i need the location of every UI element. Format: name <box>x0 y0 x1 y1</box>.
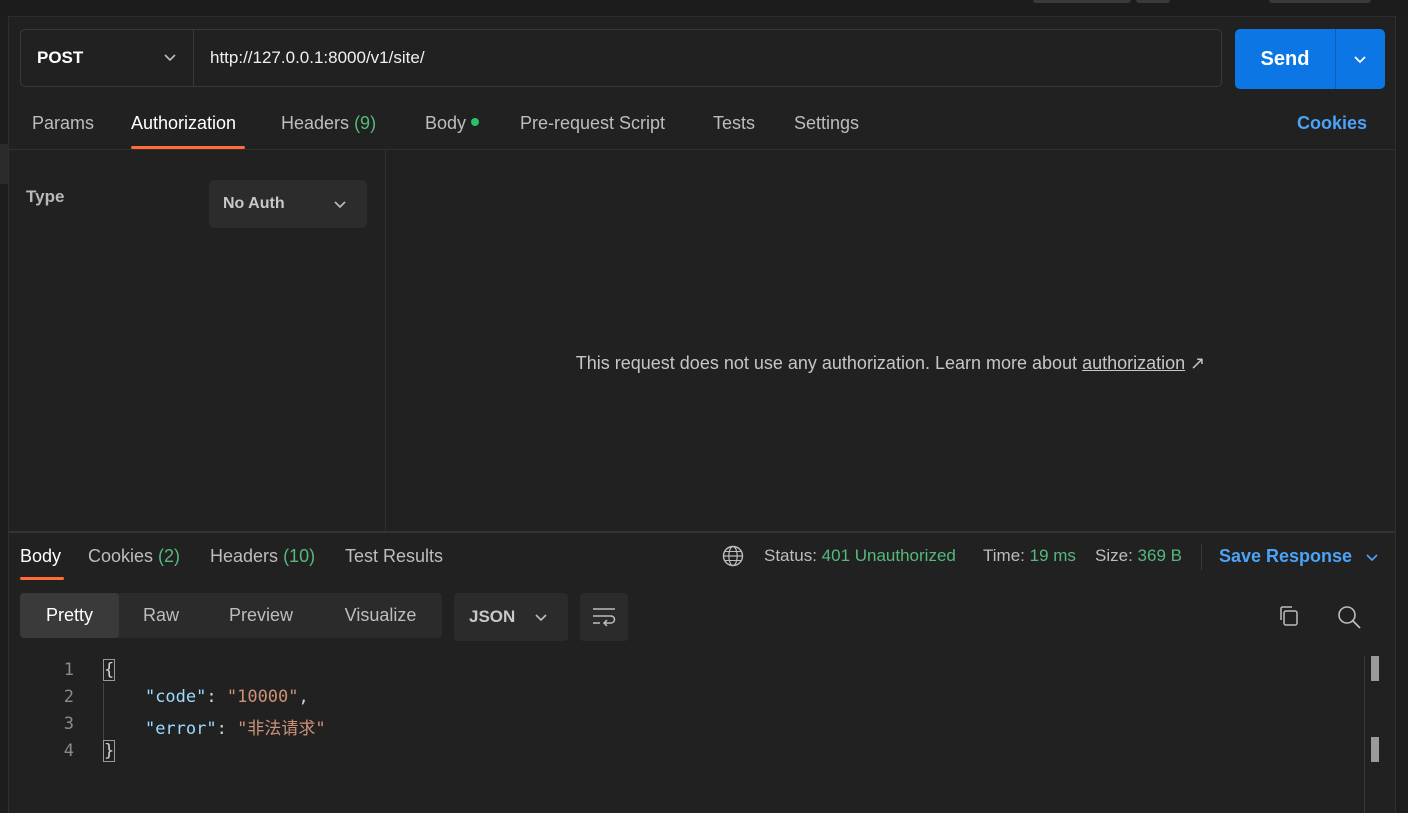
cookies-link[interactable]: Cookies <box>1297 113 1367 134</box>
right-gutter <box>1395 16 1408 813</box>
chevron-down-icon <box>334 201 346 209</box>
view-visualize-button[interactable]: Visualize <box>319 593 442 638</box>
send-divider <box>1335 29 1336 89</box>
status-readout[interactable]: Status: 401 Unauthorized <box>764 546 956 566</box>
headers-count: (9) <box>354 113 377 133</box>
code-line[interactable]: } <box>102 740 116 762</box>
editor-scrollbar[interactable] <box>1364 656 1365 813</box>
copy-icon[interactable] <box>1277 604 1301 628</box>
separator <box>1201 544 1202 570</box>
status-label: Status: <box>764 546 817 565</box>
response-headers-label: Headers <box>210 546 279 566</box>
json-key: "error" <box>144 719 217 739</box>
body-indicator-dot <box>471 118 480 127</box>
time-value: 19 ms <box>1029 546 1076 565</box>
send-button[interactable]: Send <box>1235 29 1385 89</box>
url-bar: POST http://127.0.0.1:8000/v1/site/ <box>20 29 1222 87</box>
time-label: Time: <box>983 546 1025 565</box>
tab-tests[interactable]: Tests <box>713 113 755 137</box>
tab-authorization[interactable]: Authorization <box>131 113 236 137</box>
send-label: Send <box>1260 47 1310 70</box>
tab-headers[interactable]: Headers (9) <box>281 113 376 137</box>
tab-body-label: Body <box>425 113 467 133</box>
json-key: "code" <box>144 687 207 707</box>
cookies-count: (2) <box>158 546 181 566</box>
globe-icon[interactable] <box>722 545 744 567</box>
scrollbar-marker <box>1371 656 1379 681</box>
auth-type-label: Type <box>26 187 65 206</box>
save-response-label: Save Response <box>1219 546 1353 566</box>
view-pretty-button[interactable]: Pretty <box>20 593 119 638</box>
line-number: 4 <box>63 741 74 761</box>
auth-message: This request does not use any authorizat… <box>386 353 1395 374</box>
response-cookies-label: Cookies <box>88 546 154 566</box>
size-label: Size: <box>1095 546 1133 565</box>
json-string: "非法请求" <box>237 719 326 739</box>
tab-body[interactable]: Body <box>425 113 480 137</box>
auth-type-select[interactable]: No Auth <box>209 180 367 228</box>
close-brace: } <box>102 740 116 762</box>
response-tab-cookies[interactable]: Cookies (2) <box>88 546 180 567</box>
time-readout[interactable]: Time: 19 ms <box>983 546 1076 566</box>
json-string: "10000" <box>226 687 299 707</box>
response-tab-test-results[interactable]: Test Results <box>345 546 443 567</box>
wrap-lines-button[interactable] <box>580 593 628 641</box>
size-readout[interactable]: Size: 369 B <box>1095 546 1182 566</box>
status-value: 401 Unauthorized <box>821 546 956 565</box>
left-gutter <box>0 16 9 813</box>
divider <box>8 149 1395 150</box>
view-preview-button[interactable]: Preview <box>203 593 319 638</box>
line-number: 3 <box>63 714 74 734</box>
top-strip <box>0 0 1408 17</box>
view-raw-button[interactable]: Raw <box>119 593 203 638</box>
wrap-lines-icon <box>593 608 616 627</box>
tab-settings[interactable]: Settings <box>794 113 859 137</box>
url-input[interactable]: http://127.0.0.1:8000/v1/site/ <box>210 30 425 86</box>
response-divider[interactable] <box>8 531 1395 533</box>
response-tab-headers[interactable]: Headers (10) <box>210 546 315 567</box>
top-control[interactable] <box>1033 0 1131 3</box>
scrollbar-marker <box>1371 737 1379 762</box>
line-number: 2 <box>63 687 74 707</box>
response-tab-body[interactable]: Body <box>20 546 61 567</box>
auth-message-text: This request does not use any authorizat… <box>575 353 1083 373</box>
gutter-marker <box>0 144 8 184</box>
size-value: 369 B <box>1137 546 1182 565</box>
authorization-link[interactable]: authorization <box>1082 353 1185 373</box>
method-label: POST <box>37 48 84 67</box>
panel-divider <box>385 150 386 531</box>
chevron-down-icon[interactable] <box>1353 52 1367 66</box>
top-control[interactable] <box>1269 0 1371 3</box>
tab-headers-label: Headers <box>281 113 350 133</box>
chevron-down-icon <box>535 614 547 622</box>
code-line[interactable]: "error": "非法请求" <box>104 714 326 739</box>
tab-params[interactable]: Params <box>32 113 94 137</box>
search-icon[interactable] <box>1336 604 1362 630</box>
active-tab-indicator <box>20 577 64 580</box>
save-response-button[interactable]: Save Response <box>1219 546 1379 567</box>
view-mode-selector: Pretty Raw Preview Visualize <box>20 593 442 638</box>
open-brace: { <box>102 659 116 681</box>
tab-prerequest-script[interactable]: Pre-request Script <box>520 113 665 137</box>
format-value: JSON <box>469 607 516 626</box>
code-line[interactable]: { <box>102 659 116 681</box>
top-control[interactable] <box>1136 0 1170 3</box>
chevron-down-icon <box>1366 554 1378 562</box>
external-link-icon: ↗ <box>1190 353 1206 373</box>
format-select[interactable]: JSON <box>454 593 568 641</box>
auth-type-value: No Auth <box>223 195 285 212</box>
chevron-down-icon <box>164 54 176 62</box>
line-number: 1 <box>63 660 74 680</box>
code-line[interactable]: "code": "10000", <box>104 687 309 707</box>
method-select[interactable]: POST <box>21 30 194 86</box>
response-headers-count: (10) <box>283 546 316 566</box>
